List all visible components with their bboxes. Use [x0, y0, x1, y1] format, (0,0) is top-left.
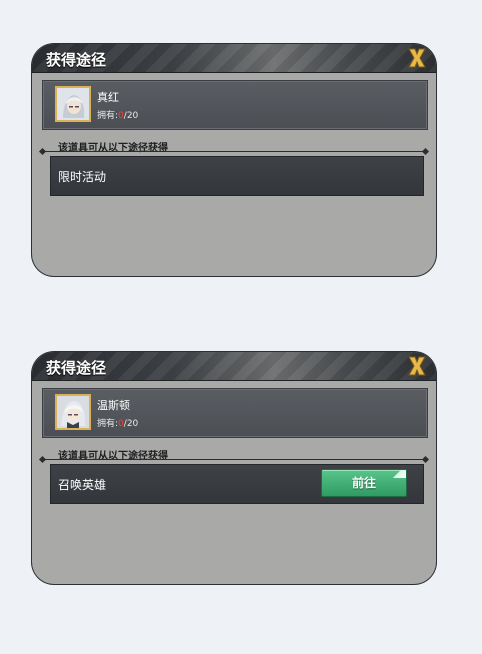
panel-title-bar: 获得途径: [32, 44, 436, 73]
source-label: 限时活动: [58, 170, 107, 184]
source-row-summon-hero: 召唤英雄 前往: [50, 464, 424, 504]
panel-title: 获得途径: [46, 359, 107, 377]
acquisition-panel-2: 获得途径 温斯顿 拥有:0/20 该道具可从以下途径获得 召唤英雄 前往: [32, 352, 436, 584]
section-divider: [42, 151, 426, 152]
source-row-limited-event: 限时活动: [50, 156, 424, 196]
close-icon[interactable]: [406, 355, 428, 377]
button-corner-decoration: [390, 470, 406, 478]
item-info-box: 温斯顿 拥有:0/20: [42, 388, 428, 438]
item-owned-count: 拥有:0/20: [97, 111, 139, 121]
item-owned-count: 拥有:0/20: [97, 419, 139, 429]
hero-portrait-icon: [55, 86, 91, 122]
go-button-label: 前往: [351, 476, 376, 490]
source-label: 召唤英雄: [58, 478, 107, 492]
item-info-box: 真红 拥有:0/20: [42, 80, 428, 130]
item-name: 真红: [97, 91, 119, 104]
close-icon[interactable]: [406, 47, 428, 69]
acquisition-panel-1: 获得途径 真红 拥有:0/20 该道具可从以下途径获得 限时活动: [32, 44, 436, 276]
section-divider: [42, 459, 426, 460]
item-name: 温斯顿: [97, 399, 130, 412]
panel-title: 获得途径: [46, 51, 107, 69]
go-button[interactable]: 前往: [321, 469, 407, 497]
hero-portrait-icon: [55, 394, 91, 430]
panel-title-bar: 获得途径: [32, 352, 436, 381]
